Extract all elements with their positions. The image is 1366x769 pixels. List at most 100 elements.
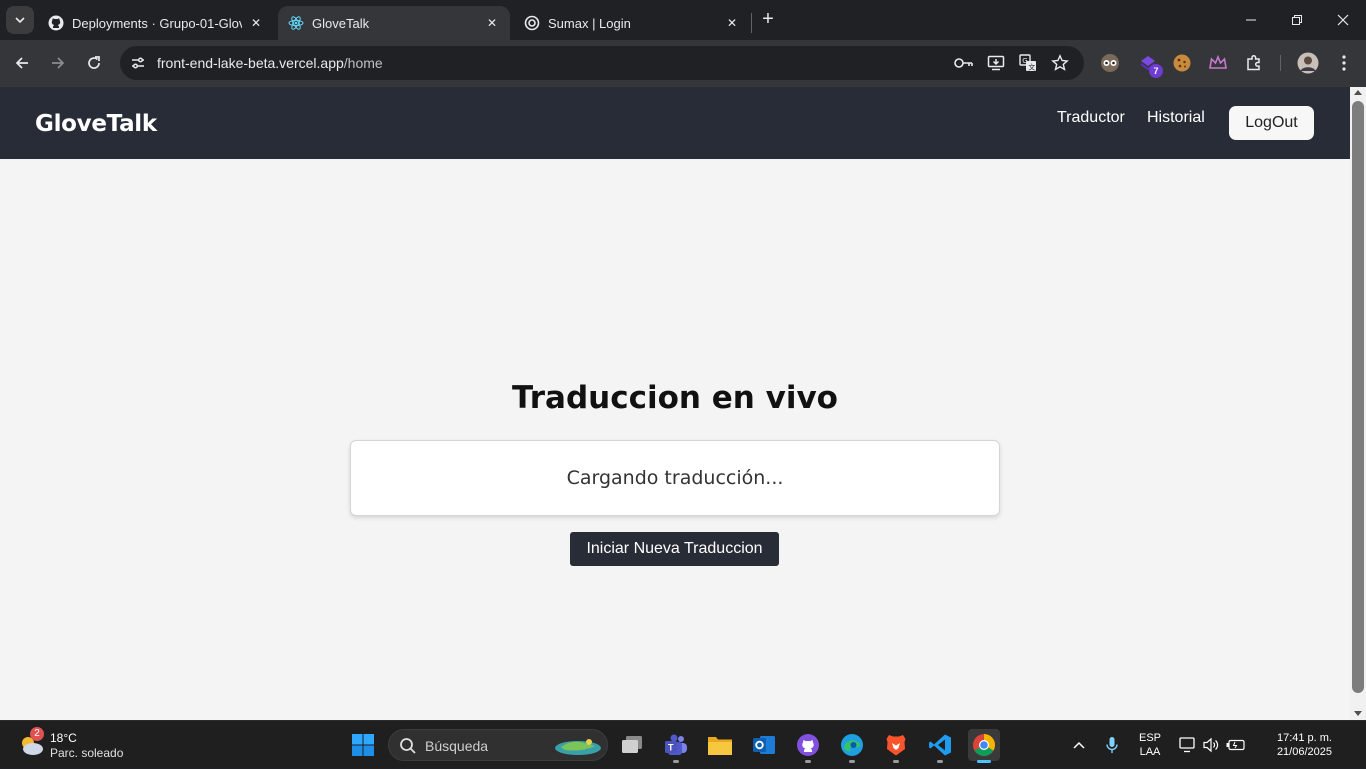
tab-separator [751, 13, 752, 33]
bookmark-star-icon[interactable] [1050, 53, 1070, 73]
weather-description: Parc. soleado [50, 746, 124, 760]
brave-lion-icon [886, 735, 906, 756]
clock-time: 17:41 p. m. [1276, 732, 1332, 744]
start-button[interactable] [347, 729, 379, 761]
new-tab-button[interactable]: + [758, 9, 778, 30]
speaker-icon [1203, 737, 1219, 753]
extension-badge: 7 [1149, 64, 1163, 78]
tab-glovetalk[interactable]: GloveTalk ✕ [278, 6, 510, 40]
close-window-button[interactable] [1320, 0, 1366, 40]
close-icon[interactable]: ✕ [484, 15, 500, 31]
weather-badge: 2 [30, 727, 44, 741]
input-language-indicator[interactable]: ESP LAA [1137, 731, 1163, 759]
folder-icon [708, 737, 732, 755]
tab-search-button[interactable] [6, 6, 34, 34]
close-icon[interactable]: ✕ [248, 15, 264, 31]
arrow-left-icon [15, 57, 28, 69]
more-vertical-icon [1342, 55, 1346, 71]
chevron-down-icon [15, 17, 25, 24]
address-bar[interactable]: front-end-lake-beta.vercel.app/home G文 [120, 46, 1084, 80]
taskbar-github-desktop[interactable] [792, 729, 824, 763]
restore-button[interactable] [1274, 0, 1320, 40]
install-app-icon[interactable] [986, 53, 1006, 73]
taskbar-search[interactable]: Búsqueda [388, 729, 608, 761]
start-new-translation-button[interactable]: Iniciar Nueva Traduccion [570, 532, 779, 566]
extension-puzzle-badge-icon[interactable]: 7 [1137, 52, 1163, 78]
show-hidden-icons-button[interactable] [1068, 721, 1090, 769]
url-text: front-end-lake-beta.vercel.app/home [157, 55, 383, 71]
github-desktop-icon [797, 734, 819, 756]
url-path: /home [343, 55, 383, 71]
logout-button[interactable]: LogOut [1229, 106, 1314, 140]
vscode-icon [929, 734, 951, 756]
close-icon[interactable]: ✕ [724, 15, 740, 31]
reload-icon [88, 56, 100, 69]
tab-sumax[interactable]: Sumax | Login ✕ [514, 6, 750, 40]
weather-widget[interactable]: 2 18°C Parc. soleado [18, 727, 158, 761]
outlook-icon [753, 736, 775, 754]
svg-text:文: 文 [1028, 62, 1035, 71]
nav-link-historial[interactable]: Historial [1147, 109, 1205, 127]
scrollbar-thumb[interactable] [1352, 101, 1364, 693]
search-highlight-image [555, 739, 601, 755]
url-host: front-end-lake-beta.vercel.app [157, 55, 344, 71]
site-settings-icon[interactable] [128, 53, 148, 73]
taskbar-chrome[interactable] [968, 729, 1000, 763]
windows-taskbar: 2 18°C Parc. soleado Búsqueda T ESP LAA … [0, 720, 1366, 768]
cookie-icon[interactable] [1171, 52, 1193, 74]
password-key-icon[interactable] [954, 53, 974, 73]
running-indicator [937, 760, 943, 763]
keyboard-layout: LAA [1139, 746, 1161, 758]
extensions-puzzle-icon[interactable] [1243, 52, 1265, 74]
search-placeholder: Búsqueda [425, 738, 489, 754]
app-brand[interactable]: GloveTalk [35, 111, 157, 137]
taskbar-file-explorer[interactable] [704, 729, 736, 761]
forward-button[interactable] [47, 52, 69, 74]
svg-text:G: G [1022, 57, 1027, 65]
taskbar-clock[interactable]: 17:41 p. m. 21/06/2025 [1252, 731, 1332, 759]
taskbar-edge[interactable] [836, 729, 868, 763]
running-indicator [977, 760, 991, 763]
tab-deployments[interactable]: Deployments · Grupo-01-Glove ✕ [38, 6, 274, 40]
clock-date: 21/06/2025 [1276, 746, 1332, 758]
battery-icon [1226, 739, 1245, 751]
scroll-down-arrow-icon[interactable] [1354, 711, 1362, 716]
profile-avatar[interactable] [1297, 52, 1319, 74]
taskbar-teams[interactable]: T [660, 729, 692, 763]
nav-link-traductor[interactable]: Traductor [1057, 109, 1125, 127]
running-indicator [893, 760, 899, 763]
app-navbar: GloveTalk Traductor Historial LogOut [0, 87, 1350, 159]
reload-button[interactable] [83, 52, 105, 74]
weather-temperature: 18°C [50, 731, 77, 745]
taskbar-outlook[interactable] [748, 729, 780, 761]
microphone-icon [1106, 737, 1118, 753]
minimize-button[interactable] [1228, 0, 1274, 40]
browser-toolbar: front-end-lake-beta.vercel.app/home G文 7 [0, 40, 1366, 87]
translate-icon[interactable]: G文 [1018, 53, 1038, 73]
running-indicator [805, 760, 811, 763]
github-icon [48, 15, 64, 31]
back-button[interactable] [11, 52, 33, 74]
browser-tab-strip: Deployments · Grupo-01-Glove ✕ GloveTalk… [0, 0, 1366, 40]
extension-owl-icon[interactable] [1099, 52, 1121, 74]
microphone-tray[interactable] [1101, 721, 1123, 769]
language-code: ESP [1138, 732, 1161, 744]
browser-menu-button[interactable] [1333, 52, 1355, 74]
volume-tray[interactable] [1201, 721, 1221, 769]
page-scrollbar[interactable] [1350, 87, 1366, 720]
running-indicator [849, 760, 855, 763]
display-tray[interactable] [1178, 721, 1198, 769]
minimize-icon [1246, 19, 1256, 21]
task-view-button[interactable] [616, 729, 648, 761]
restore-icon [1292, 15, 1302, 25]
tab-title: Deployments · Grupo-01-Glove [72, 15, 242, 31]
extension-crown-icon[interactable] [1207, 52, 1229, 74]
windows-logo-icon [352, 734, 374, 756]
taskbar-vscode[interactable] [924, 729, 956, 763]
taskbar-brave[interactable] [880, 729, 912, 763]
translation-result-card: Cargando traducción... [350, 440, 1000, 516]
page-title: Traduccion en vivo [512, 380, 838, 416]
toolbar-divider [1280, 55, 1281, 71]
battery-tray[interactable] [1225, 721, 1247, 769]
scroll-up-arrow-icon[interactable] [1354, 90, 1362, 95]
